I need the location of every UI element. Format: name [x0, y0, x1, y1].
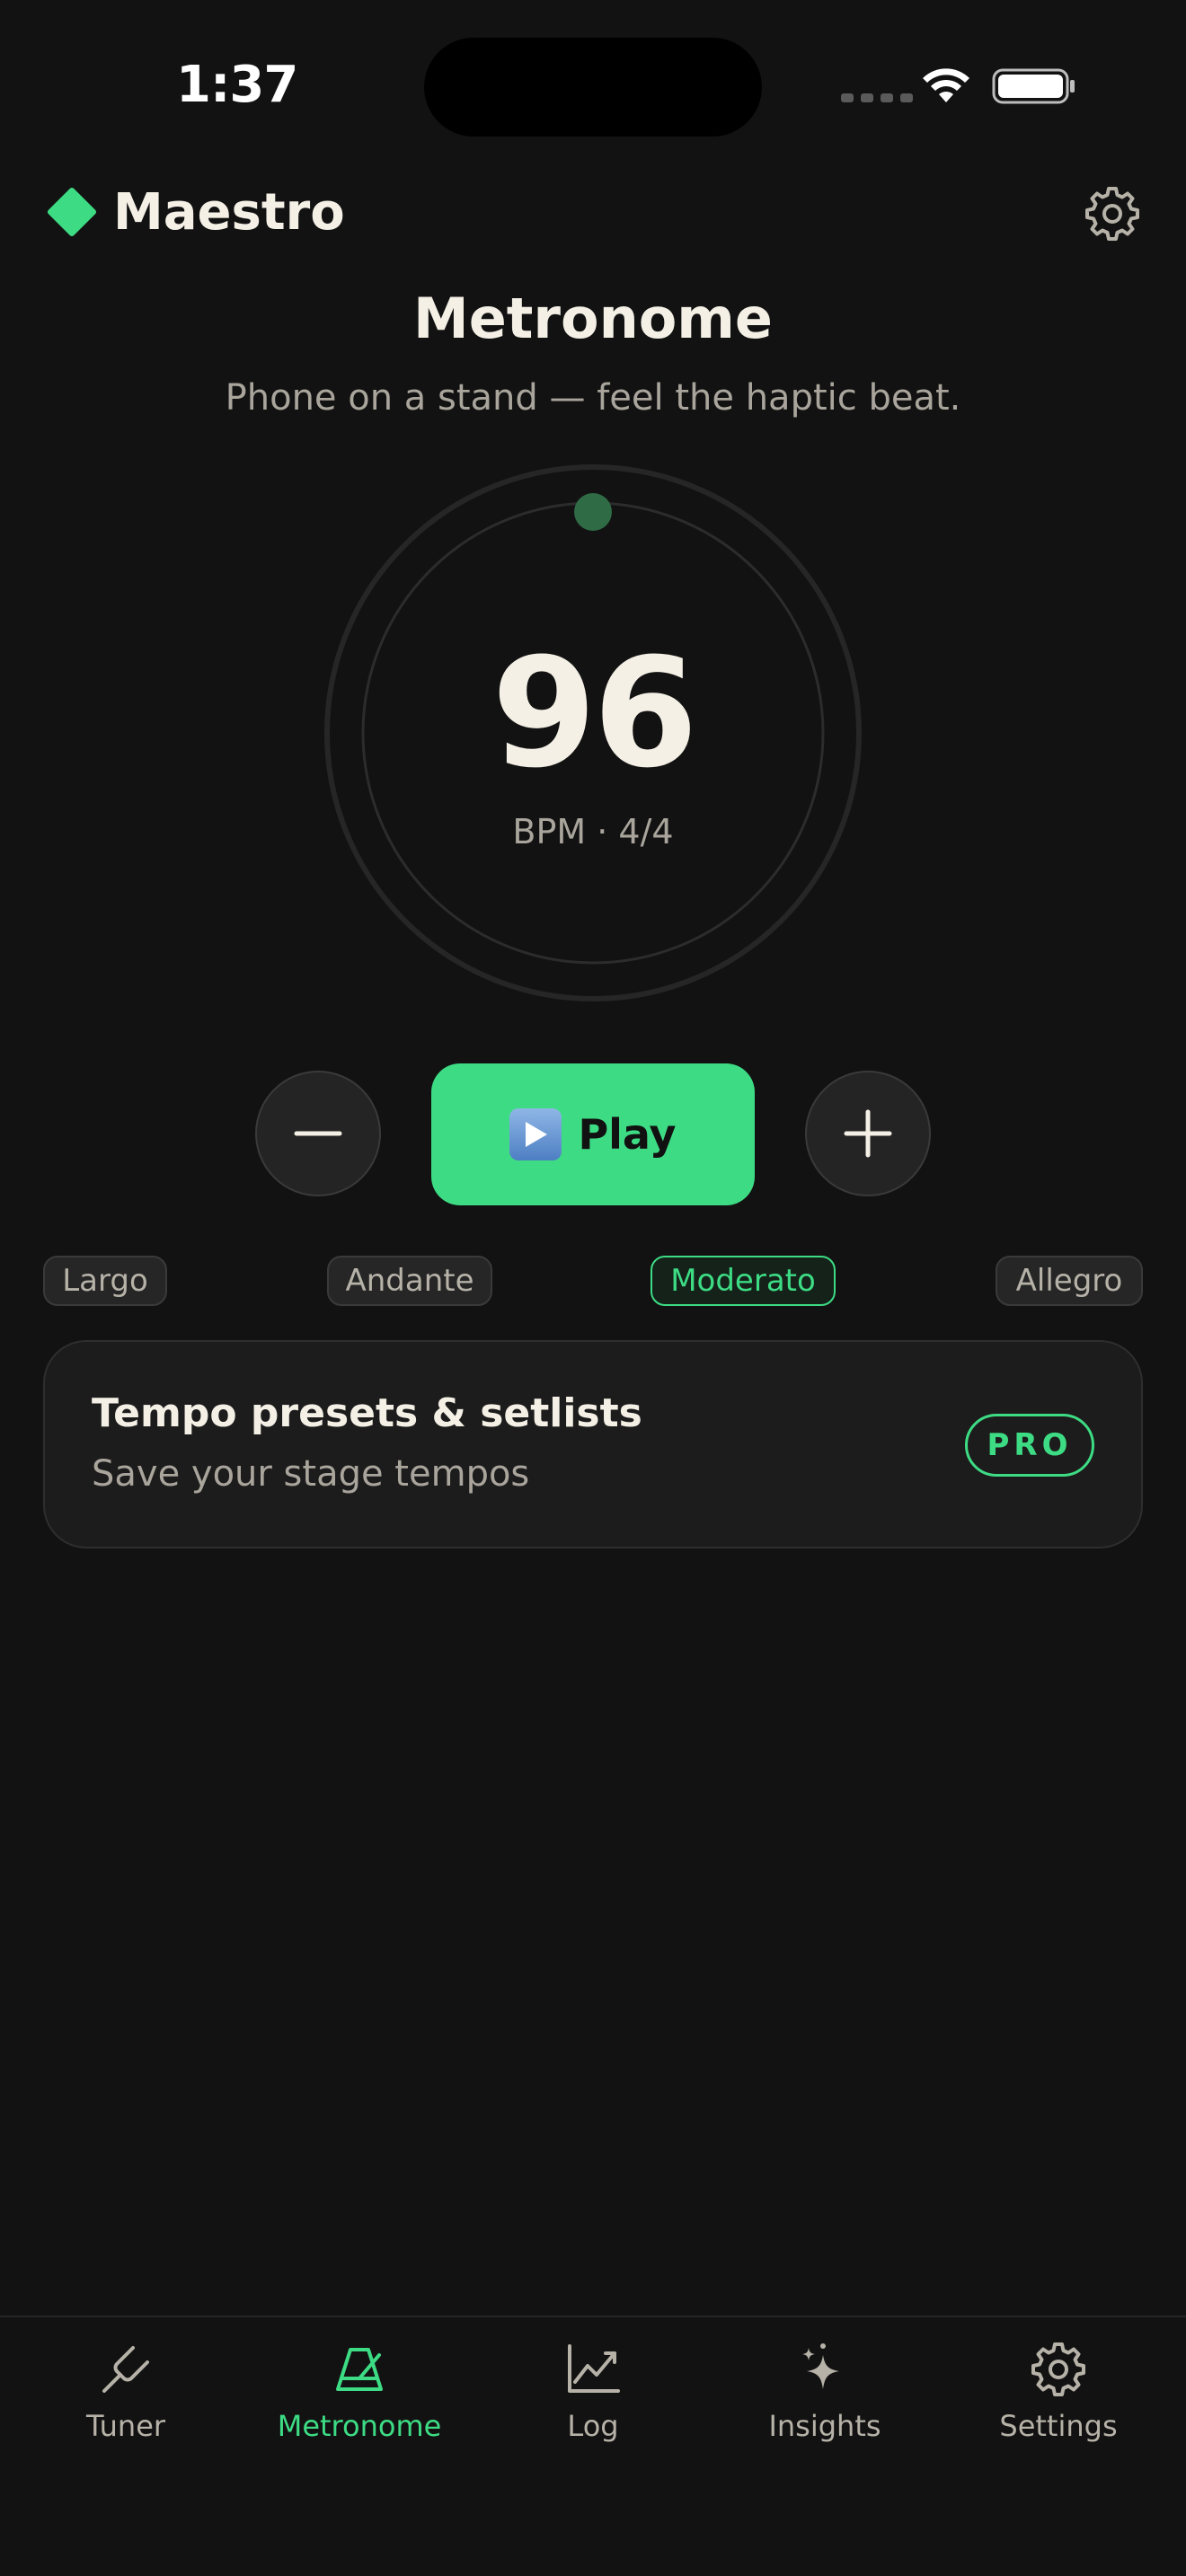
play-label: Play: [578, 1110, 677, 1159]
tempo-chip-andante[interactable]: Andante: [327, 1256, 492, 1306]
increase-tempo-button[interactable]: [805, 1071, 931, 1196]
chart-line-icon: [568, 2344, 620, 2393]
play-button[interactable]: Play: [431, 1063, 755, 1205]
page-subtitle: Phone on a stand — feel the haptic beat.: [225, 377, 961, 419]
tab-insights[interactable]: Insights: [735, 2335, 915, 2461]
gear-icon: [1031, 2342, 1085, 2396]
play-emoji-icon: [509, 1108, 562, 1160]
metronome-icon: [336, 2348, 383, 2391]
beat-indicator: [574, 493, 612, 531]
battery-icon: [992, 68, 1075, 104]
gear-icon[interactable]: [1084, 185, 1141, 243]
tempo-chip-moderato[interactable]: Moderato: [651, 1256, 836, 1306]
sparkle-icon: [802, 2343, 839, 2389]
signal-dots-icon: [841, 93, 913, 102]
preset-card-title: Tempo presets & setlists: [92, 1390, 642, 1436]
tab-metronome[interactable]: Metronome: [270, 2335, 449, 2461]
diamond-icon: [46, 186, 98, 238]
tempo-chip-allegro[interactable]: Allegro: [996, 1256, 1143, 1306]
tab-settings[interactable]: Settings: [969, 2335, 1148, 2461]
tab-tuner[interactable]: Tuner: [36, 2335, 216, 2461]
wifi-icon: [923, 68, 969, 102]
decrease-tempo-button[interactable]: [255, 1071, 381, 1196]
tempo-chip-largo[interactable]: Largo: [43, 1256, 167, 1306]
bpm-value: 96: [491, 625, 698, 801]
minus-icon: [294, 1131, 342, 1136]
tab-label-tuner: Tuner: [85, 2409, 166, 2443]
tuning-fork-icon: [102, 2346, 149, 2393]
app-name: Maestro: [113, 183, 345, 242]
preset-card-subtitle: Save your stage tempos: [92, 1453, 530, 1495]
tab-label-settings: Settings: [999, 2409, 1118, 2443]
tab-label-metronome: Metronome: [277, 2409, 442, 2443]
tab-label-insights: Insights: [768, 2409, 881, 2443]
tab-label-log: Log: [567, 2409, 619, 2443]
dynamic-island: [424, 38, 762, 137]
status-time: 1:37: [176, 56, 298, 114]
tab-log[interactable]: Log: [503, 2335, 683, 2461]
page-title: Metronome: [413, 286, 773, 351]
pro-badge: PRO: [965, 1414, 1094, 1477]
plus-icon: [844, 1109, 892, 1158]
bpm-caption: BPM · 4/4: [512, 812, 674, 851]
